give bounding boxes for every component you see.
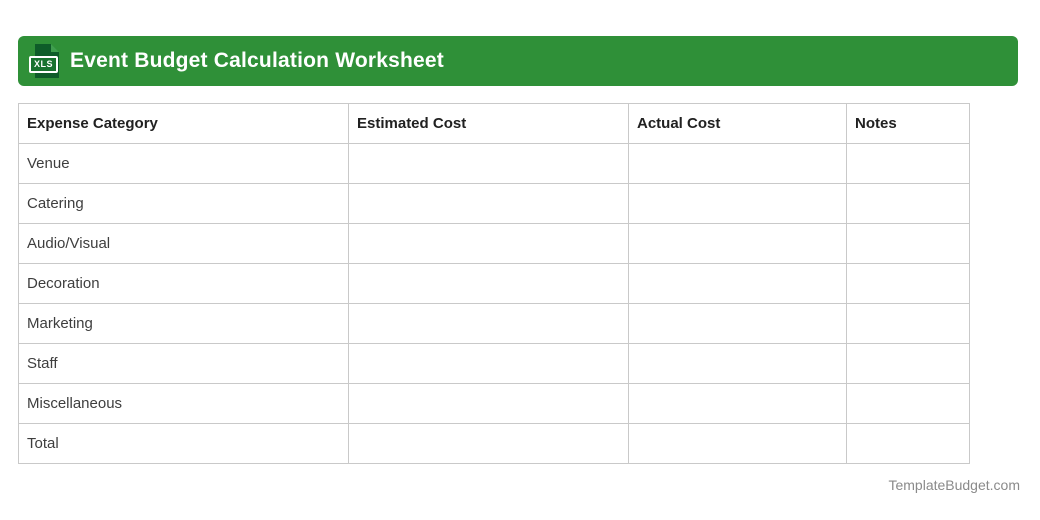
estimated-cost-cell [348,383,629,424]
category-cell: Decoration [18,263,349,304]
estimated-cost-cell [348,183,629,224]
estimated-cost-cell [348,143,629,184]
table-row-staff: Staff [18,343,970,384]
actual-cost-cell [628,343,847,384]
notes-cell [846,143,970,184]
xls-file-icon-badge: XLS [29,56,59,73]
brand-watermark: TemplateBudget.com [888,477,1020,493]
xls-file-icon-folded-corner [51,44,59,52]
notes-cell [846,263,970,304]
table-row-decoration: Decoration [18,263,970,304]
estimated-cost-cell [348,263,629,304]
estimated-cost-cell [348,223,629,264]
category-cell: Audio/Visual [18,223,349,264]
actual-cost-cell [628,143,847,184]
notes-cell [846,343,970,384]
notes-cell [846,423,970,464]
category-cell: Total [18,423,349,464]
column-header-notes: Notes [846,103,970,144]
table-row-total: Total [18,423,970,464]
actual-cost-cell [628,303,847,344]
actual-cost-cell [628,223,847,264]
table-row-miscellaneous: Miscellaneous [18,383,970,424]
estimated-cost-cell [348,343,629,384]
category-cell: Staff [18,343,349,384]
category-cell: Marketing [18,303,349,344]
notes-cell [846,183,970,224]
table-row-audio-visual: Audio/Visual [18,223,970,264]
table-row-venue: Venue [18,143,970,184]
category-cell: Venue [18,143,349,184]
column-header-estimated-cost: Estimated Cost [348,103,629,144]
xls-file-icon: XLS [29,44,59,78]
table-header-row: Expense Category Estimated Cost Actual C… [18,103,970,144]
table-row-catering: Catering [18,183,970,224]
actual-cost-cell [628,423,847,464]
category-cell: Miscellaneous [18,383,349,424]
column-header-expense-category: Expense Category [18,103,349,144]
actual-cost-cell [628,383,847,424]
page-title: Event Budget Calculation Worksheet [70,49,444,72]
budget-table: Expense Category Estimated Cost Actual C… [18,103,970,464]
actual-cost-cell [628,183,847,224]
estimated-cost-cell [348,423,629,464]
column-header-actual-cost: Actual Cost [628,103,847,144]
notes-cell [846,383,970,424]
notes-cell [846,223,970,264]
estimated-cost-cell [348,303,629,344]
actual-cost-cell [628,263,847,304]
notes-cell [846,303,970,344]
worksheet-header-bar: XLS Event Budget Calculation Worksheet [18,36,1018,86]
table-row-marketing: Marketing [18,303,970,344]
category-cell: Catering [18,183,349,224]
